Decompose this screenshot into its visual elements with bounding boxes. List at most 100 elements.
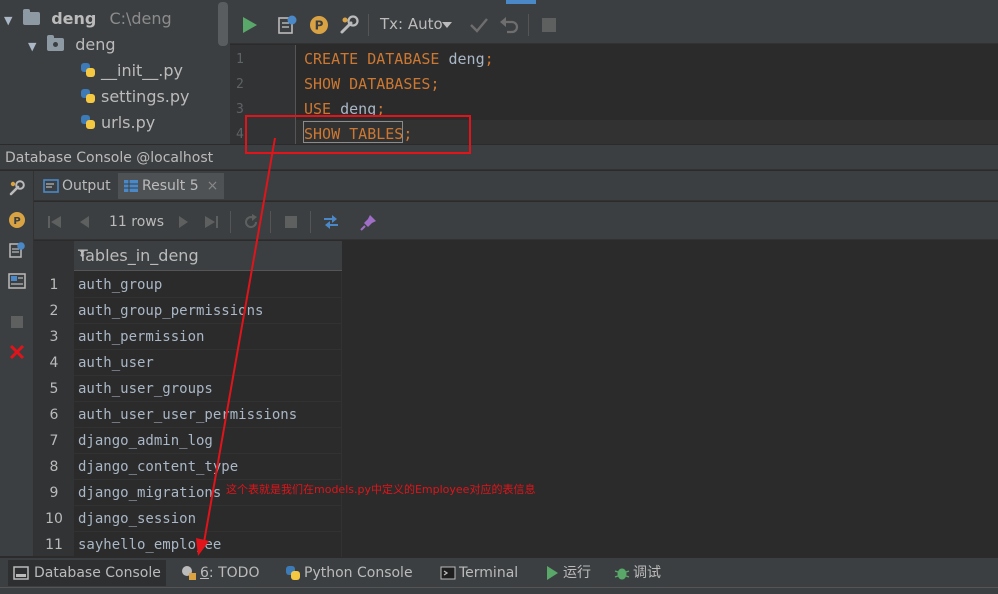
output-icon [43, 179, 59, 193]
last-page-icon[interactable] [202, 213, 220, 231]
run-icon [547, 566, 558, 580]
code-line[interactable]: SHOW DATABASES; [304, 75, 439, 93]
table-row[interactable]: 5 auth_user_groups [34, 376, 342, 402]
code-line[interactable]: CREATE DATABASE deng; [304, 50, 494, 68]
stop-icon[interactable] [8, 313, 26, 331]
annotation-note: 这个表就是我们在models.py中定义的Employee对应的表信息 [226, 483, 536, 496]
chevron-down-icon[interactable]: ▼ [28, 34, 42, 60]
layout-icon[interactable] [8, 272, 26, 290]
table-row[interactable]: 1 auth_group [34, 272, 342, 298]
sql-semicolon: ; [430, 75, 440, 93]
prev-page-icon[interactable] [76, 213, 94, 231]
table-cell[interactable]: django_session [74, 506, 342, 532]
toolbar-separator [310, 211, 311, 233]
run-icon[interactable] [238, 14, 260, 36]
settings-wrench-icon[interactable] [338, 14, 360, 36]
table-row[interactable]: 4 auth_user [34, 350, 342, 376]
pin-icon[interactable] [360, 213, 378, 231]
tab-python-console[interactable]: Python Console [282, 560, 413, 586]
tab-todo[interactable]: 6: TODO [178, 560, 259, 586]
row-number: 11 [45, 537, 63, 553]
toolbar-separator [230, 211, 231, 233]
tab-database-console[interactable]: Database Console [8, 560, 166, 586]
table-cell[interactable]: auth_user [74, 350, 342, 376]
tree-file-label: settings.py [101, 87, 190, 106]
table-cell[interactable]: auth_user_user_permissions [74, 402, 342, 428]
row-number: 9 [49, 485, 59, 501]
table-cell[interactable]: auth_group_permissions [74, 298, 342, 324]
refresh-icon[interactable] [242, 213, 260, 231]
chevron-down-icon[interactable] [442, 22, 452, 28]
table-cell[interactable]: auth_group [74, 272, 342, 298]
result-tab-strip: Output Result 5 × [34, 171, 998, 201]
table-cell[interactable]: sayhello_employee [74, 532, 342, 558]
tab-output[interactable]: Output [38, 173, 116, 199]
sort-icon[interactable]: ⬍ [78, 249, 338, 260]
debug-bug-icon [614, 568, 630, 580]
rollback-icon[interactable] [498, 14, 520, 36]
commit-icon[interactable] [468, 14, 490, 36]
parameter-icon[interactable]: P [308, 14, 330, 36]
chevron-down-icon[interactable]: ▼ [4, 8, 18, 34]
tree-file[interactable]: __init__.py [80, 58, 183, 84]
cell-value: auth_user [78, 355, 154, 371]
tab-label-mnemonic: 6 [200, 565, 209, 581]
table-row[interactable]: 3 auth_permission [34, 324, 342, 350]
table-cell[interactable]: django_content_type [74, 454, 342, 480]
console-title: Database Console @localhost [5, 150, 214, 166]
close-icon[interactable]: × [207, 178, 219, 194]
tab-result[interactable]: Result 5 × [118, 173, 224, 199]
tree-node-root[interactable]: ▼ deng C:\deng [4, 6, 172, 32]
line-number: 1 [236, 52, 244, 67]
table-row[interactable]: 6 auth_user_user_permissions [34, 402, 342, 428]
cell-value: auth_permission [78, 329, 205, 345]
tab-label: Terminal [459, 565, 519, 581]
cell-value: django_admin_log [78, 433, 213, 449]
close-icon[interactable] [8, 343, 26, 361]
line-number: 4 [236, 127, 244, 142]
compare-icon[interactable] [322, 213, 340, 231]
python-file-icon [80, 88, 96, 104]
first-page-icon[interactable] [46, 213, 64, 231]
toolbar-separator [368, 14, 369, 36]
cell-value: sayhello_employee [78, 537, 222, 553]
tx-mode-select[interactable]: Tx: Auto [380, 15, 443, 33]
tool-window-bar: Database Console 6: TODO Python Console … [0, 557, 998, 587]
tab-debug[interactable]: 调试 [611, 560, 661, 586]
line-number: 2 [236, 77, 244, 92]
cell-value: django_content_type [78, 459, 239, 475]
tree-file[interactable]: urls.py [80, 110, 155, 136]
stop-icon[interactable] [538, 14, 560, 36]
table-row[interactable]: 7 django_admin_log [34, 428, 342, 454]
history-icon[interactable] [8, 241, 26, 259]
tab-label: Python Console [304, 565, 413, 581]
toolbar-separator [270, 211, 271, 233]
table-cell[interactable]: auth_permission [74, 324, 342, 350]
tree-scrollbar[interactable] [218, 2, 228, 46]
tab-label: 调试 [633, 565, 661, 581]
tab-result-label: Result 5 [142, 178, 199, 194]
parameter-icon[interactable]: P [8, 211, 26, 229]
tree-file[interactable]: settings.py [80, 84, 190, 110]
tree-file-label: urls.py [101, 113, 156, 132]
table-icon [124, 180, 138, 192]
table-row[interactable]: 2 auth_group_permissions [34, 298, 342, 324]
tab-label: Database Console [34, 565, 161, 581]
tab-run[interactable]: 运行 [541, 560, 591, 586]
table-row[interactable]: 10 django_session [34, 506, 342, 532]
tree-root-name: deng [51, 9, 97, 28]
table-row[interactable]: 8 django_content_type [34, 454, 342, 480]
next-page-icon[interactable] [174, 213, 192, 231]
settings-wrench-icon[interactable] [8, 179, 26, 197]
tab-terminal[interactable]: Terminal [437, 560, 518, 586]
tree-node-package[interactable]: ▼ deng [28, 32, 115, 58]
console-icon [13, 566, 29, 580]
table-cell[interactable]: django_admin_log [74, 428, 342, 454]
sql-identifier: deng [439, 50, 485, 68]
column-header[interactable]: Tables_in_deng ⬍ [74, 241, 342, 271]
row-number: 1 [49, 277, 59, 293]
cancel-icon[interactable] [282, 213, 300, 231]
table-cell[interactable]: auth_user_groups [74, 376, 342, 402]
history-icon[interactable] [276, 14, 298, 36]
table-row[interactable]: 11 sayhello_employee [34, 532, 342, 558]
